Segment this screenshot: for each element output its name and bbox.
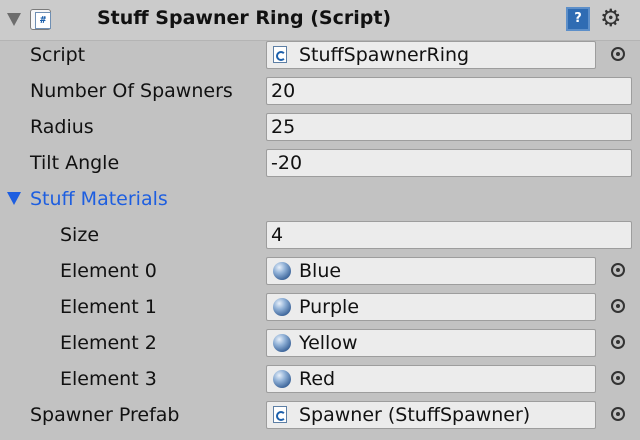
script-label: Script <box>30 44 86 66</box>
help-book-icon[interactable]: ? <box>566 7 590 31</box>
script-field[interactable]: StuffSpawnerRing <box>266 41 596 69</box>
element-3-field[interactable]: Red <box>266 365 596 393</box>
element-3-value: Red <box>299 368 336 390</box>
size-label: Size <box>60 224 100 246</box>
element-2-label: Element 2 <box>60 332 157 354</box>
material-sphere-icon <box>273 370 291 388</box>
number-of-spawners-input[interactable]: 20 <box>266 77 632 105</box>
script-file-icon <box>273 46 287 63</box>
spawner-prefab-label: Spawner Prefab <box>30 404 180 426</box>
element-0-value: Blue <box>299 260 342 282</box>
element-1-value: Purple <box>299 296 360 318</box>
radius-input[interactable]: 25 <box>266 113 632 141</box>
element-1-label: Element 1 <box>60 296 157 318</box>
element-3-object-picker-icon[interactable] <box>611 371 625 385</box>
script-field-value: StuffSpawnerRing <box>299 44 470 66</box>
element-2-value: Yellow <box>299 332 358 354</box>
spawner-prefab-field[interactable]: Spawner (StuffSpawner) <box>266 401 596 429</box>
tilt-angle-input[interactable]: -20 <box>266 149 632 177</box>
element-0-object-picker-icon[interactable] <box>611 263 625 277</box>
spawner-prefab-object-picker-icon[interactable] <box>611 407 625 421</box>
spawner-prefab-value: Spawner (StuffSpawner) <box>299 404 531 426</box>
script-object-picker-icon[interactable] <box>611 47 625 61</box>
csharp-script-icon: # <box>35 12 51 29</box>
element-2-object-picker-icon[interactable] <box>611 335 625 349</box>
element-0-field[interactable]: Blue <box>266 257 596 285</box>
number-of-spawners-label: Number Of Spawners <box>30 80 233 102</box>
material-sphere-icon <box>273 334 291 352</box>
material-sphere-icon <box>273 298 291 316</box>
size-input[interactable]: 4 <box>266 221 632 249</box>
gear-icon[interactable]: ⚙ <box>600 4 622 32</box>
element-0-label: Element 0 <box>60 260 157 282</box>
element-3-label: Element 3 <box>60 368 157 390</box>
collapse-triangle-icon[interactable] <box>7 13 21 26</box>
stuff-materials-expand-icon[interactable] <box>7 192 21 205</box>
prefab-script-icon <box>273 406 287 423</box>
component-header: # Stuff Spawner Ring (Script) ? ⚙ <box>0 0 640 41</box>
element-1-object-picker-icon[interactable] <box>611 299 625 313</box>
radius-label: Radius <box>30 116 94 138</box>
element-1-field[interactable]: Purple <box>266 293 596 321</box>
tilt-angle-label: Tilt Angle <box>30 152 120 174</box>
stuff-materials-foldout[interactable]: Stuff Materials <box>30 187 168 211</box>
element-2-field[interactable]: Yellow <box>266 329 596 357</box>
material-sphere-icon <box>273 262 291 280</box>
component-title: Stuff Spawner Ring (Script) <box>97 7 392 29</box>
